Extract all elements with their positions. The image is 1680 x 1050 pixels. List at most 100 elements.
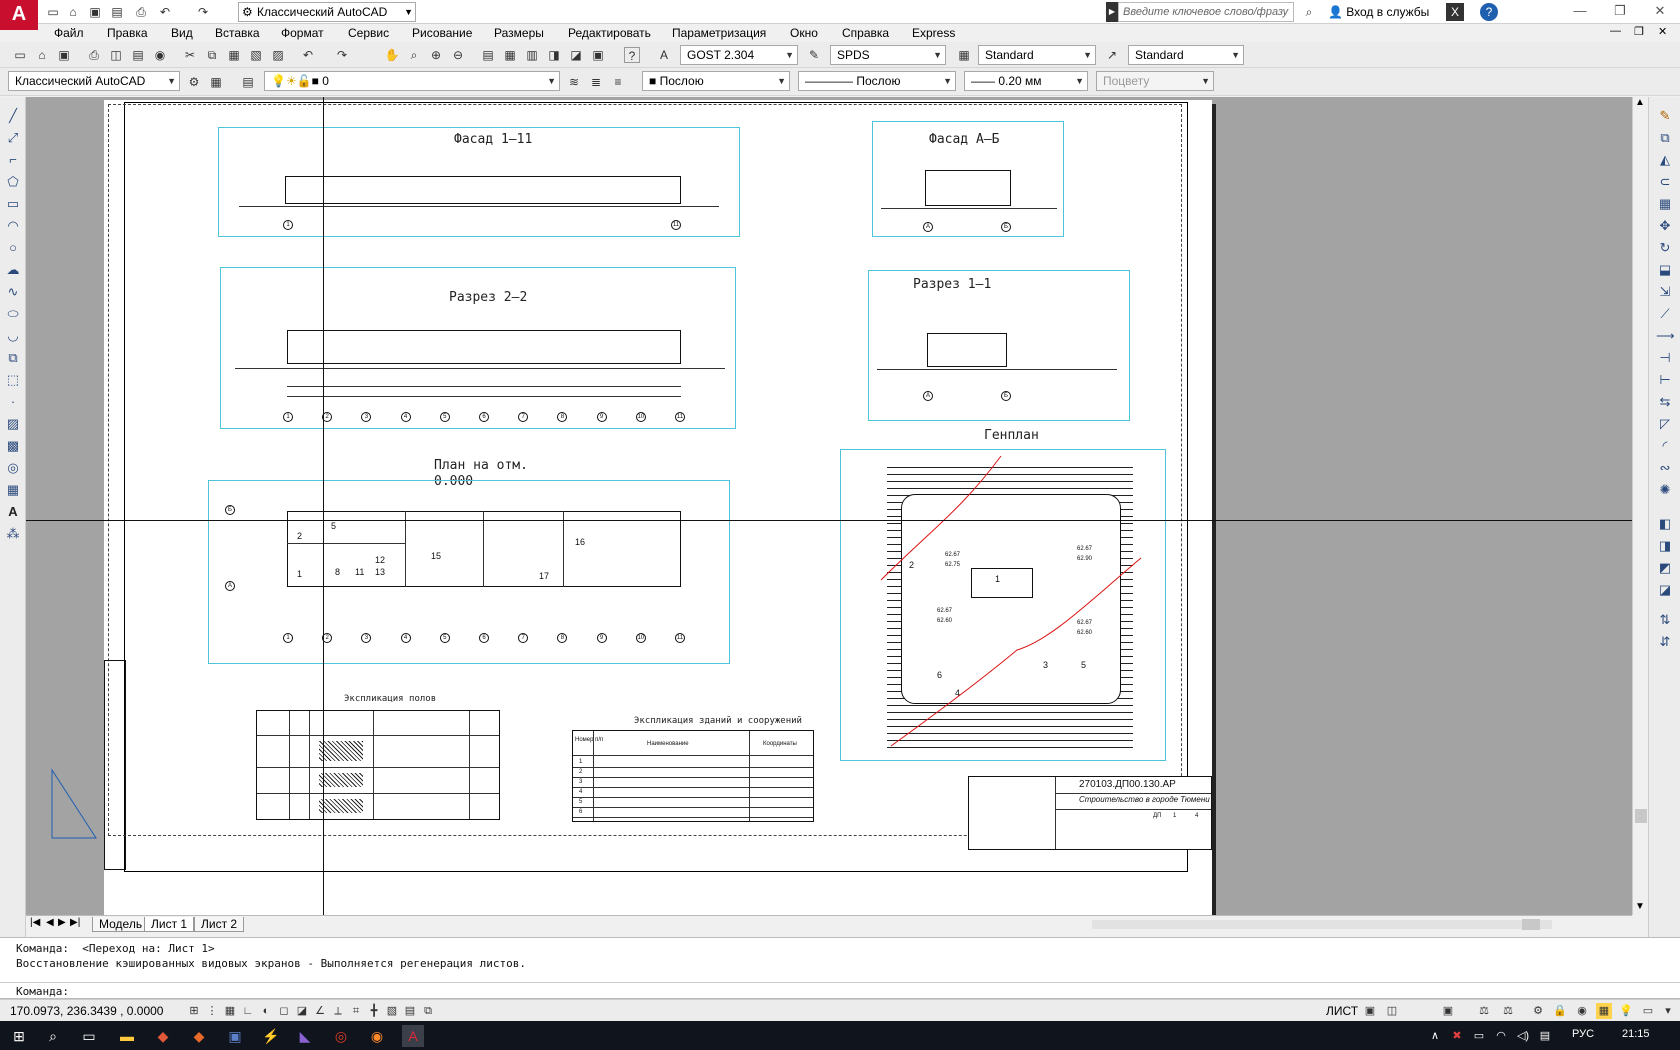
- dim-style-combo[interactable]: SPDS ▼: [830, 45, 946, 65]
- tab-nav-next-icon[interactable]: ▶: [58, 917, 66, 928]
- layer-manager-icon[interactable]: ▤: [240, 74, 256, 90]
- rotate-icon[interactable]: ↻: [1656, 239, 1674, 257]
- preview-icon[interactable]: ◫: [108, 47, 124, 63]
- signin-button[interactable]: 👤 Вход в службы: [1328, 3, 1429, 21]
- annotation-visibility-icon[interactable]: ⚖: [1500, 1003, 1516, 1019]
- erase-icon[interactable]: ✎: [1656, 107, 1674, 125]
- visual-studio-icon[interactable]: ◣: [294, 1025, 316, 1047]
- file-explorer-icon[interactable]: ▬: [116, 1025, 138, 1047]
- publish-icon[interactable]: ▤: [130, 47, 146, 63]
- paste-icon[interactable]: ▦: [226, 47, 242, 63]
- qnew-icon[interactable]: ▭: [12, 47, 28, 63]
- copy-icon[interactable]: ⧉: [204, 47, 220, 63]
- doc-close-button[interactable]: ✕: [1658, 25, 1667, 38]
- maximize-viewport-icon[interactable]: ▣: [1440, 1003, 1456, 1019]
- plot-icon[interactable]: ⎙: [86, 47, 102, 63]
- zoom-realtime-icon[interactable]: ⌕: [406, 47, 422, 63]
- multiline-text-icon[interactable]: A: [4, 503, 22, 521]
- tab-nav-first-icon[interactable]: |◀: [30, 917, 40, 928]
- open-icon[interactable]: ⌂: [34, 47, 50, 63]
- windows-start-icon[interactable]: ⊞: [8, 1025, 30, 1047]
- new-file-icon[interactable]: ▭: [44, 3, 62, 21]
- volume-icon[interactable]: ◁): [1512, 1025, 1534, 1047]
- infer-constraints-icon[interactable]: ⊞: [186, 1003, 202, 1019]
- menu-draw[interactable]: Рисование: [412, 25, 472, 41]
- layer-state-icon[interactable]: ≡: [610, 74, 626, 90]
- sheet-set-icon[interactable]: ◨: [546, 47, 562, 63]
- gradient-icon[interactable]: ▩: [4, 437, 22, 455]
- lock-ui-icon[interactable]: 🔒: [1552, 1003, 1568, 1019]
- menu-modify[interactable]: Редактировать: [568, 25, 651, 41]
- layer-previous-icon[interactable]: ≣: [588, 74, 604, 90]
- doc-restore-button[interactable]: ❐: [1634, 25, 1644, 38]
- linetype-combo[interactable]: ———— Послою ▼: [798, 71, 956, 91]
- search-icon[interactable]: ⌕: [42, 1025, 64, 1047]
- array-icon[interactable]: ▦: [1656, 195, 1674, 213]
- text-style-combo[interactable]: GOST 2.304 ▼: [680, 45, 798, 65]
- color-combo[interactable]: ■ Послою ▼: [642, 71, 790, 91]
- mleader-style-icon[interactable]: ↗: [1104, 47, 1120, 63]
- lineweight-combo[interactable]: —— 0.20 мм ▼: [964, 71, 1088, 91]
- wifi-icon[interactable]: ◠: [1490, 1025, 1512, 1047]
- selection-cycling-icon[interactable]: ⧉: [420, 1003, 436, 1019]
- break-at-point-icon[interactable]: ⊣: [1656, 349, 1674, 367]
- redo-icon[interactable]: ↷: [194, 3, 212, 21]
- dynamic-ucs-icon[interactable]: ⟂: [330, 1003, 346, 1019]
- tray-device-icon[interactable]: ▭: [1468, 1025, 1490, 1047]
- doc-minimize-button[interactable]: —: [1610, 25, 1621, 37]
- coordinates-readout[interactable]: 170.0973, 236.3439 , 0.0000: [10, 1004, 163, 1018]
- table-icon[interactable]: ▦: [4, 481, 22, 499]
- horizontal-scrollbar[interactable]: [1092, 920, 1552, 929]
- cut-icon[interactable]: ✂: [182, 47, 198, 63]
- menu-format[interactable]: Формат: [281, 25, 324, 41]
- insert-block-icon[interactable]: ⧉: [4, 349, 22, 367]
- help-icon[interactable]: ?: [1480, 3, 1498, 21]
- chamfer-icon[interactable]: ◸: [1656, 415, 1674, 433]
- move-icon[interactable]: ✥: [1656, 217, 1674, 235]
- status-menu-icon[interactable]: ▾: [1660, 1003, 1676, 1019]
- drawing-canvas[interactable]: Фасад 1–11 1 11 Фасад А–Б А Б Разрез 2–2…: [26, 97, 1632, 915]
- ortho-mode-icon[interactable]: ∟: [240, 1003, 256, 1019]
- open-file-icon[interactable]: ⌂: [64, 3, 82, 21]
- autocad-logo-icon[interactable]: A: [0, 0, 38, 30]
- rectangle-icon[interactable]: ▭: [4, 195, 22, 213]
- dynamic-input-icon[interactable]: ⌗: [348, 1003, 364, 1019]
- tray-antivirus-icon[interactable]: ✖: [1446, 1025, 1468, 1047]
- draworder-under-icon[interactable]: ◪: [1656, 581, 1674, 599]
- menu-insert[interactable]: Вставка: [215, 25, 260, 41]
- quick-properties-icon[interactable]: ▤: [402, 1003, 418, 1019]
- app-icon-4[interactable]: ⚡: [260, 1025, 282, 1047]
- redo-icon[interactable]: ↷: [334, 47, 350, 63]
- draworder-front-icon[interactable]: ◧: [1656, 515, 1674, 533]
- 3d-dwf-icon[interactable]: ◉: [152, 47, 168, 63]
- task-view-icon[interactable]: ▭: [78, 1025, 100, 1047]
- fillet-icon[interactable]: ◜: [1656, 437, 1674, 455]
- line-icon[interactable]: ╱: [4, 107, 22, 125]
- isolate-objects-icon[interactable]: ▦: [1596, 1003, 1612, 1019]
- restore-button[interactable]: ❐: [1600, 0, 1640, 22]
- app-icon-3[interactable]: ▣: [224, 1025, 246, 1047]
- add-selected-icon[interactable]: ⁂: [4, 525, 22, 543]
- hardware-acceleration-icon[interactable]: ◉: [1574, 1003, 1590, 1019]
- clock[interactable]: 21:15: [1622, 1028, 1650, 1040]
- workspace-save-icon[interactable]: ▦: [208, 74, 224, 90]
- scroll-up-icon[interactable]: ▲: [1635, 97, 1645, 108]
- save-as-icon[interactable]: ▤: [108, 3, 126, 21]
- app-icon-1[interactable]: ◆: [152, 1025, 174, 1047]
- hatch-back-icon[interactable]: ⇵: [1656, 633, 1674, 651]
- object-snap-tracking-icon[interactable]: ∠: [312, 1003, 328, 1019]
- workspace-switch-icon[interactable]: ⚙: [1530, 1003, 1546, 1019]
- paper-space-label[interactable]: ЛИСТ: [1326, 1004, 1358, 1018]
- binoculars-icon[interactable]: ⌕: [1300, 3, 1318, 21]
- draworder-above-icon[interactable]: ◩: [1656, 559, 1674, 577]
- transparency-icon[interactable]: ▧: [384, 1003, 400, 1019]
- mleader-style-combo[interactable]: Standard ▼: [1128, 45, 1244, 65]
- annotation-scale-icon[interactable]: ⚖: [1476, 1003, 1492, 1019]
- tool-palettes-icon[interactable]: ▥: [524, 47, 540, 63]
- polyline-icon[interactable]: ⌐: [4, 151, 22, 169]
- arc-icon[interactable]: ◠: [4, 217, 22, 235]
- command-prompt[interactable]: Команда:: [16, 985, 69, 998]
- scroll-down-icon[interactable]: ▼: [1635, 901, 1645, 912]
- bulb-icon[interactable]: 💡: [1618, 1003, 1634, 1019]
- block-editor-icon[interactable]: ▨: [270, 47, 286, 63]
